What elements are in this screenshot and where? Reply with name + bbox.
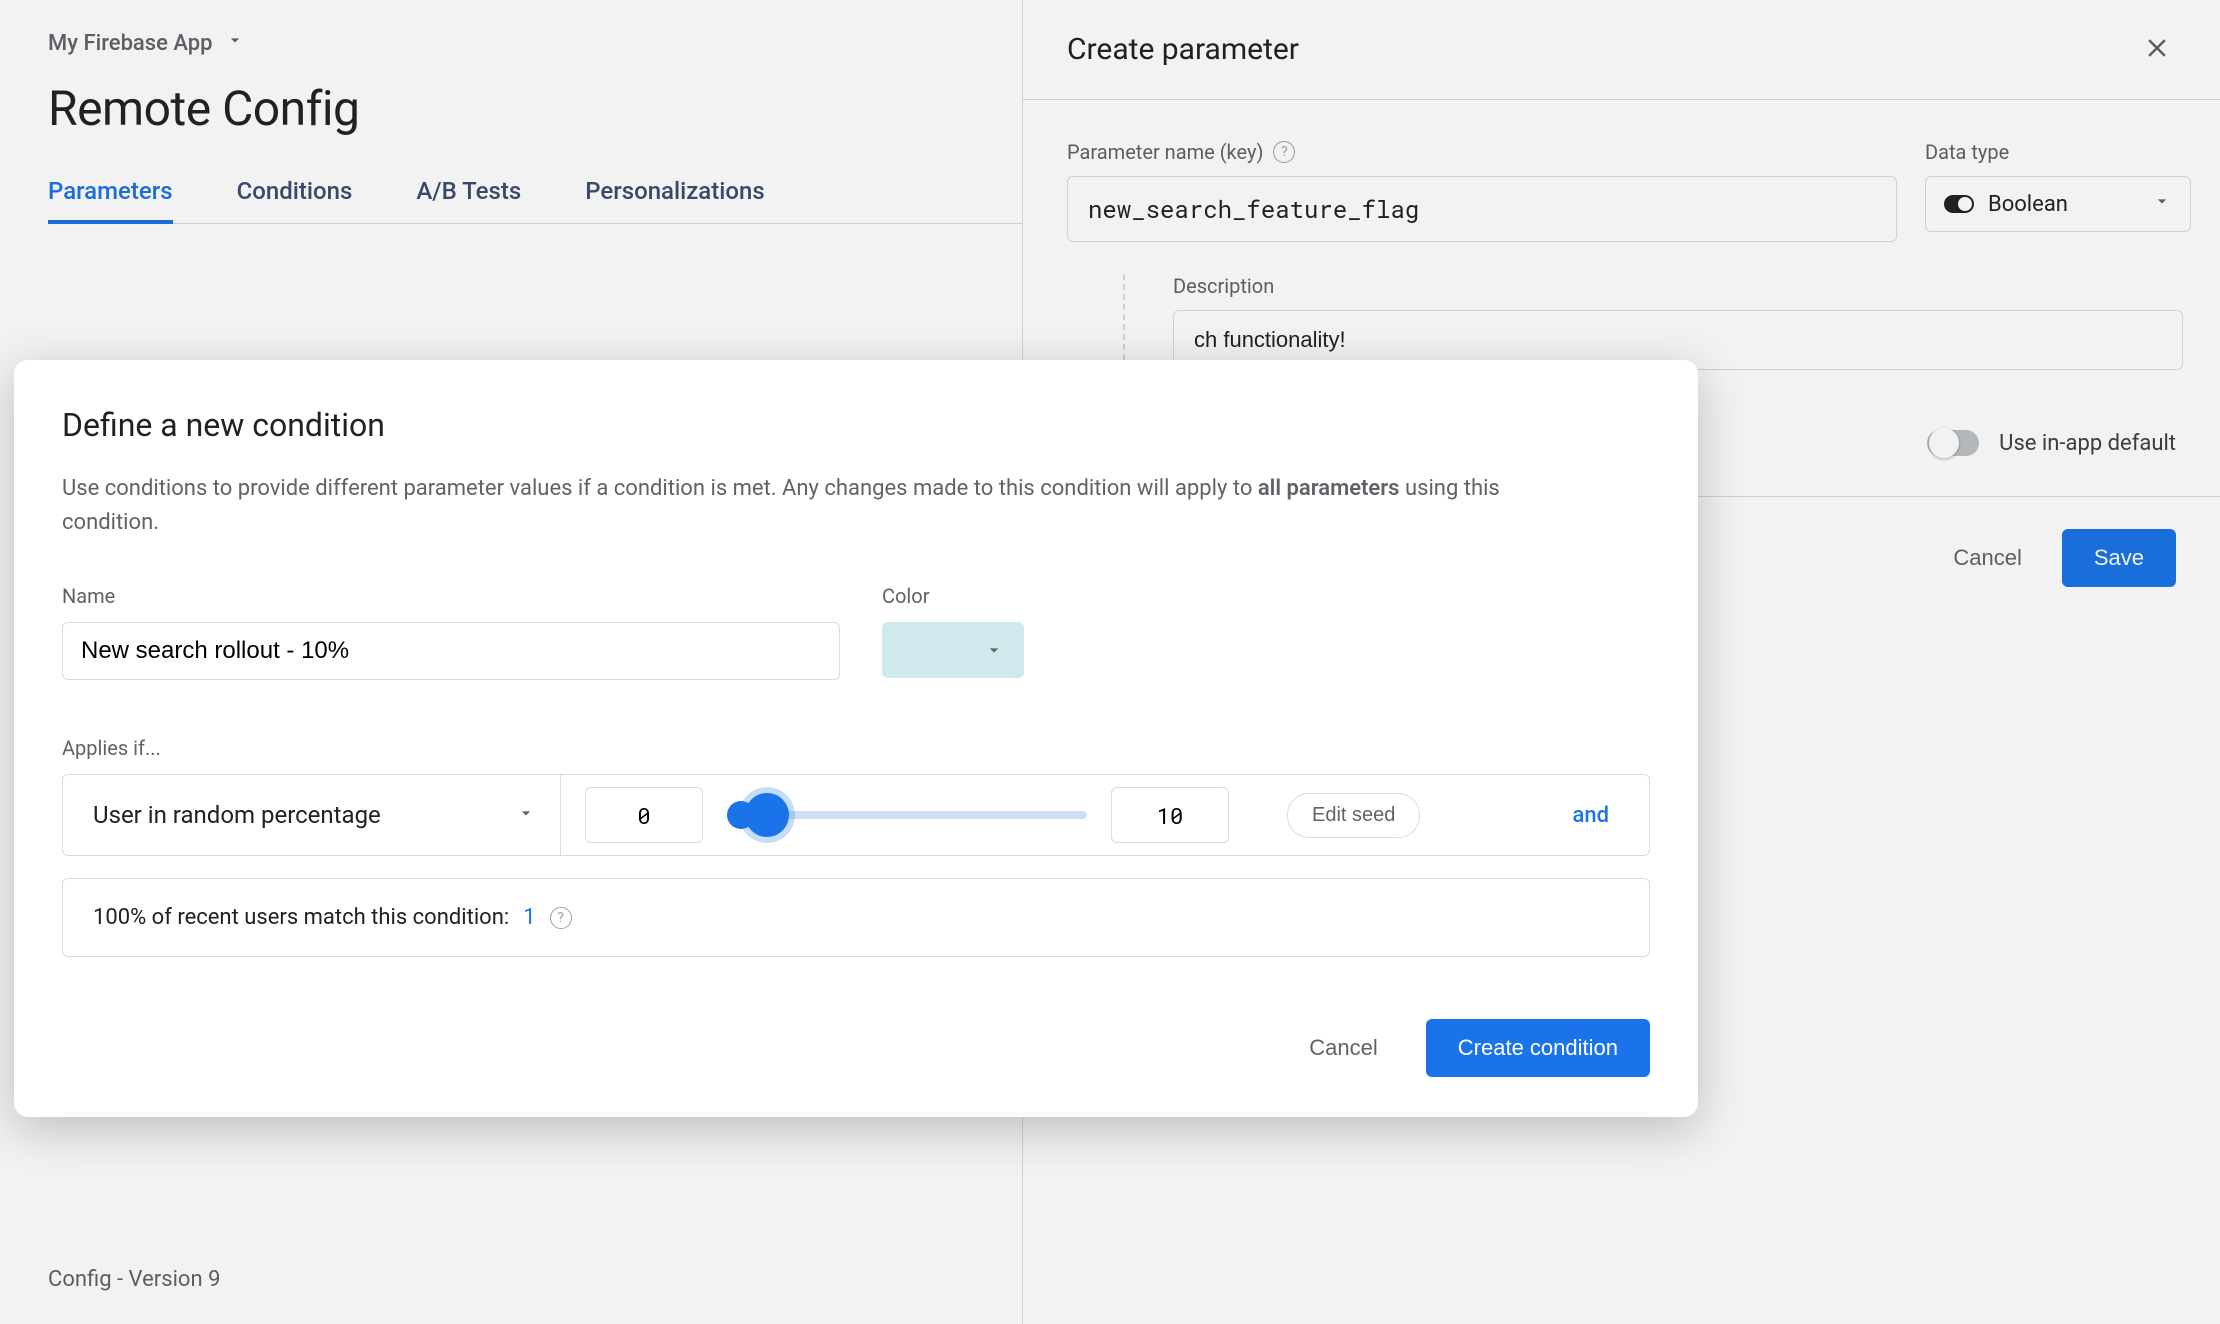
dialog-footer: Cancel Create condition	[62, 1019, 1650, 1077]
percentage-slider[interactable]	[727, 811, 1087, 819]
condition-color-label: Color	[882, 584, 1024, 608]
condition-name-label: Name	[62, 584, 840, 608]
condition-rule-row: User in random percentage Edit seed and	[62, 774, 1650, 856]
create-condition-button[interactable]: Create condition	[1426, 1019, 1650, 1077]
percentage-max-input[interactable]	[1111, 787, 1229, 843]
rule-type-value: User in random percentage	[93, 801, 381, 829]
match-summary: 100% of recent users match this conditio…	[62, 878, 1650, 957]
dialog-subtitle: Use conditions to provide different para…	[62, 472, 1602, 540]
match-text: 100% of recent users match this conditio…	[93, 905, 509, 930]
applies-if-label: Applies if...	[62, 736, 1650, 760]
dialog-subtitle-pre: Use conditions to provide different para…	[62, 476, 1258, 501]
match-count: 1	[523, 905, 535, 930]
define-condition-dialog: Define a new condition Use conditions to…	[14, 360, 1698, 1117]
condition-color-group: Color	[882, 584, 1024, 680]
chevron-down-icon	[516, 801, 536, 829]
help-icon[interactable]: ?	[550, 907, 572, 929]
percentage-min-input[interactable]	[585, 787, 703, 843]
dialog-title: Define a new condition	[62, 406, 1650, 444]
condition-name-input[interactable]	[62, 622, 840, 680]
dialog-subtitle-bold: all parameters	[1258, 476, 1400, 501]
edit-seed-button[interactable]: Edit seed	[1287, 793, 1420, 838]
condition-color-select[interactable]	[882, 622, 1024, 678]
cancel-button[interactable]: Cancel	[1309, 1035, 1377, 1061]
slider-thumb-max[interactable]	[745, 793, 789, 837]
add-and-clause[interactable]: and	[1572, 803, 1609, 828]
condition-name-group: Name	[62, 584, 840, 680]
rule-type-select[interactable]: User in random percentage	[63, 775, 561, 855]
